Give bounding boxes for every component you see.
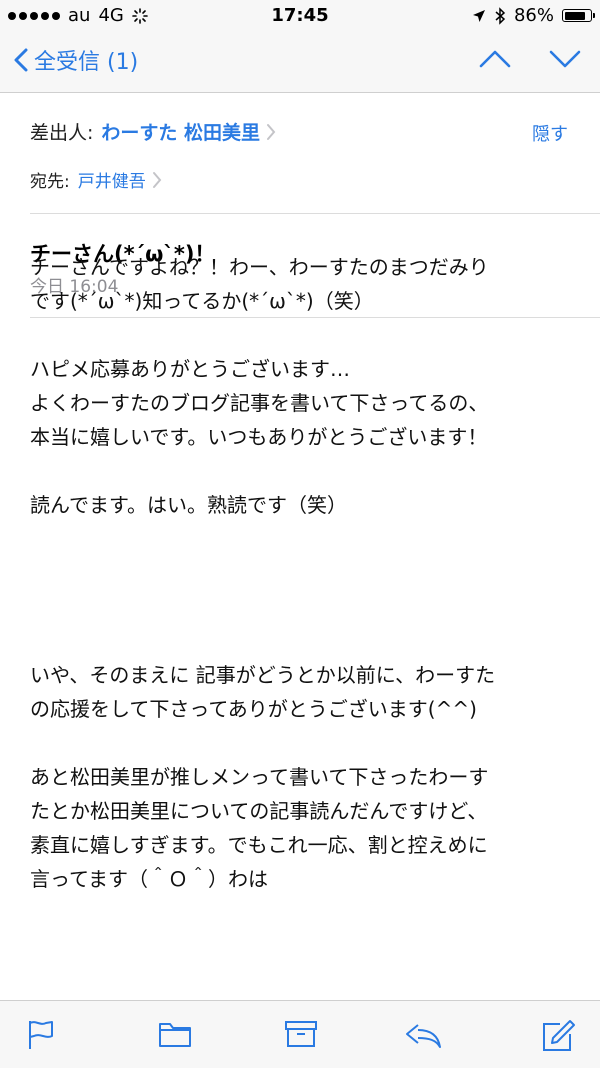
battery-icon: [562, 9, 595, 22]
sender-name[interactable]: わーすた 松田美里: [101, 118, 260, 145]
chevron-left-icon: [14, 48, 28, 72]
message-navigation: [478, 46, 582, 72]
hide-details-button[interactable]: 隠す: [532, 120, 568, 146]
flag-button[interactable]: [26, 1019, 56, 1051]
message-body: チーさんですよね？！わー、わーすたのまつだみり です(*´ω`*)知ってるか(*…: [30, 250, 580, 896]
folder-button[interactable]: [158, 1019, 192, 1049]
body-line: あと松田美里が推しメンって書いて下さったわーす: [30, 765, 489, 789]
from-row: 差出人: わーすた 松田美里: [30, 118, 276, 145]
body-line: です(*´ω`*)知ってるか(*´ω`*)（笑）: [30, 289, 374, 313]
archive-button[interactable]: [284, 1019, 318, 1049]
next-message-button[interactable]: [548, 46, 582, 72]
body-line: 言ってます（＾Ｏ＾）わは: [30, 867, 268, 891]
from-label: 差出人:: [30, 122, 94, 144]
recipient-name[interactable]: 戸井健吾: [78, 167, 146, 192]
body-line: チーさんですよね？！わー、わーすたのまつだみり: [30, 255, 489, 279]
header-divider: [30, 213, 600, 214]
status-bar: au 4G 17:45 86%: [0, 0, 600, 32]
body-line: よくわーすたのブログ記事を書いて下さってるの、: [30, 391, 489, 415]
chevron-right-icon: [267, 123, 276, 140]
body-line: の応援をして下さってありがとうございます(^^): [30, 697, 477, 721]
bluetooth-icon: [495, 6, 506, 25]
navigation-bar: 全受信 (1): [0, 32, 600, 93]
chevron-right-icon: [152, 171, 162, 188]
previous-message-button[interactable]: [478, 46, 512, 72]
body-line: 本当に嬉しいです。いつもありがとうございます！: [30, 425, 488, 449]
body-line: いや、そのまえに 記事がどうとか以前に、わーすた: [30, 663, 496, 687]
reply-button[interactable]: [404, 1019, 444, 1051]
status-right: 86%: [472, 5, 595, 26]
back-button[interactable]: 全受信 (1): [14, 44, 138, 76]
to-row: 宛先: 戸井健吾: [30, 167, 162, 192]
back-button-label: 全受信 (1): [34, 50, 139, 75]
location-arrow-icon: [472, 9, 485, 22]
body-line: たとか松田美里についての記事読んだんですけど、: [30, 799, 488, 823]
body-line: 素直に嬉しすぎます。でもこれ一応、割と控えめに: [30, 833, 488, 857]
body-line: 読んでます。はい。熟読です（笑）: [30, 493, 347, 517]
bottom-toolbar: [0, 1000, 600, 1068]
to-label: 宛先:: [30, 172, 70, 192]
body-line: ハピメ応募ありがとうございます…: [30, 357, 350, 381]
compose-button[interactable]: [540, 1019, 576, 1053]
battery-percentage: 86%: [513, 5, 554, 26]
